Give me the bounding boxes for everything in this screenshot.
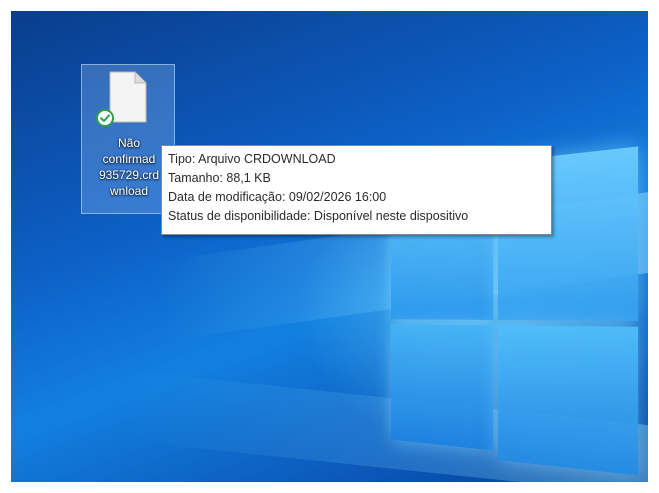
blank-file-icon	[109, 71, 147, 123]
tooltip-availability: Status de disponibilidade: Disponível ne…	[168, 209, 469, 223]
tooltip-size: Tamanho: 88,1 KB	[168, 171, 271, 185]
tooltip-modified: Data de modificação: 09/02/2026 16:00	[168, 190, 387, 204]
file-info-tooltip: Tipo: Arquivo CRDOWNLOAD Tamanho: 88,1 K…	[161, 145, 552, 235]
windows-logo-pane	[390, 324, 494, 451]
windows-logo-pane	[497, 325, 639, 476]
desktop[interactable]: Não confirmad 935729.crd wnload Tipo: Ar…	[11, 11, 648, 482]
tooltip-type: Tipo: Arquivo CRDOWNLOAD	[168, 152, 336, 166]
sync-ok-check-icon	[96, 109, 114, 127]
